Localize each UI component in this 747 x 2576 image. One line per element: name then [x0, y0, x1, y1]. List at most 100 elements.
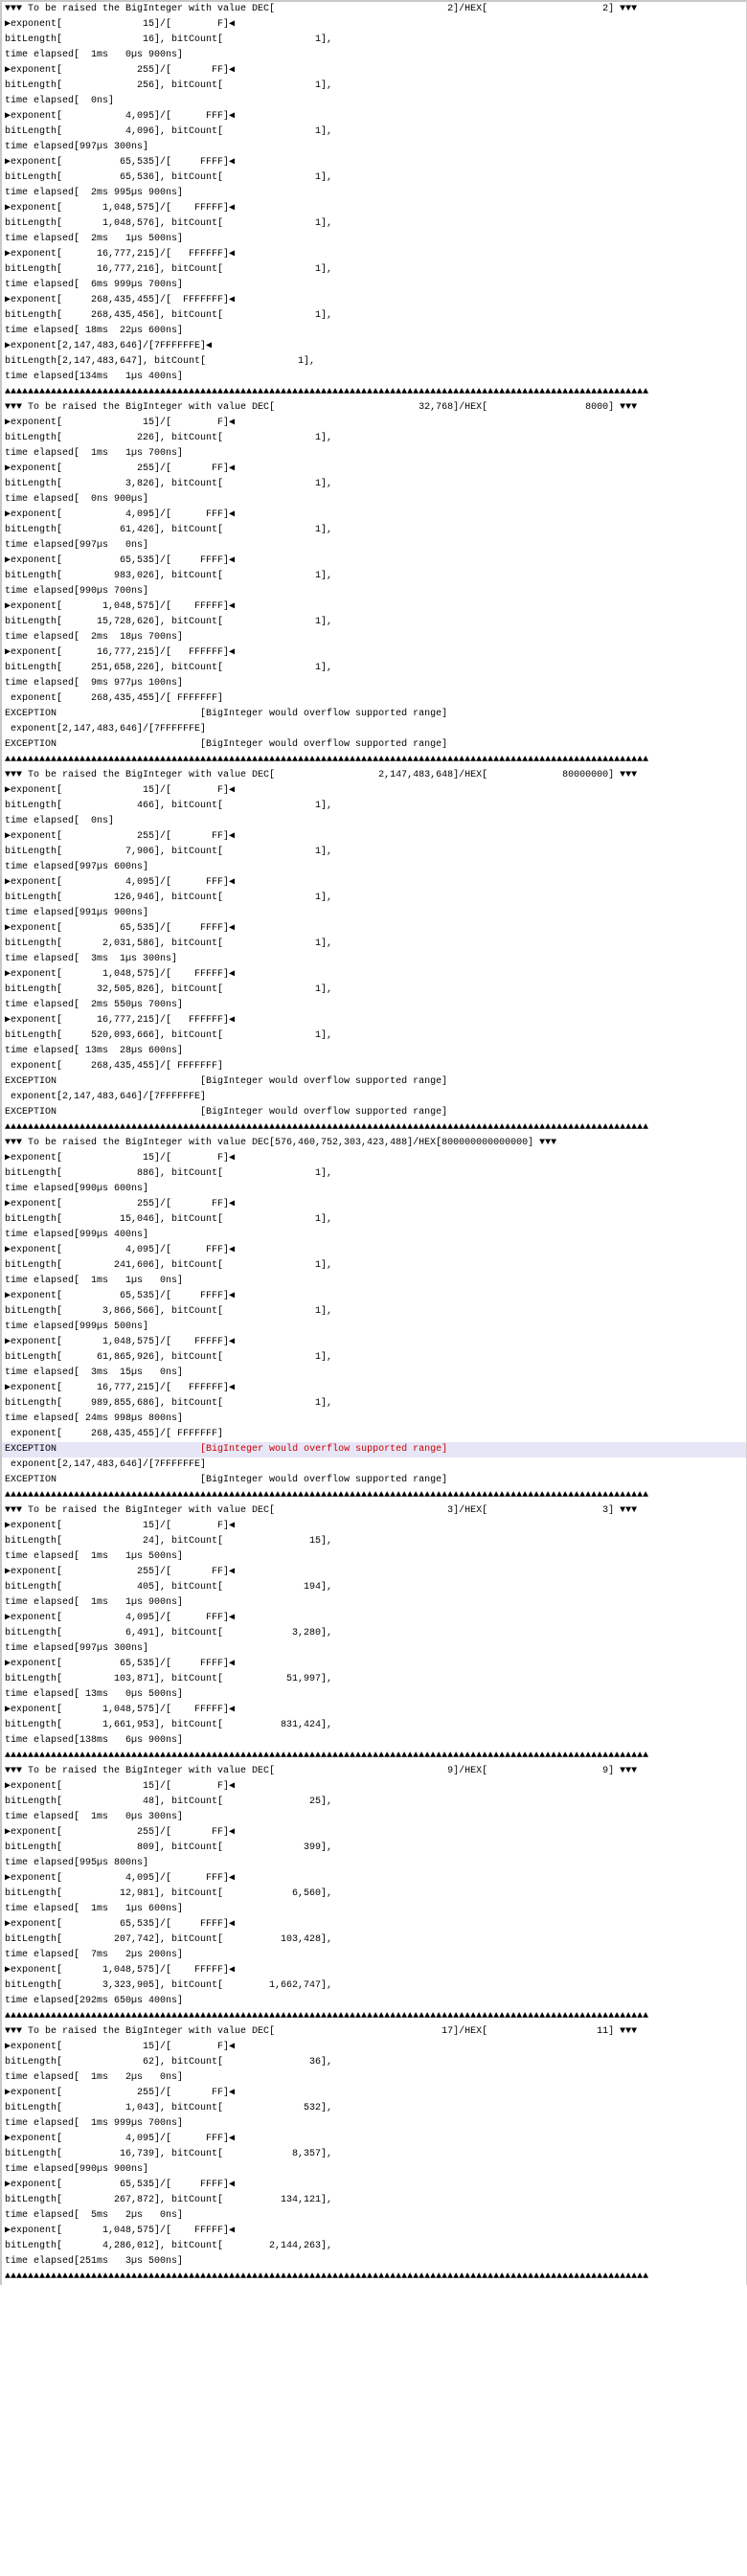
- time-elapsed-line: time elapsed[ 6ms 999µs 700ns]: [5, 280, 184, 290]
- bitlength-line: bitLength[ 989,855,686], bitCount[ 1],: [5, 1398, 333, 1409]
- exponent-line: ▶exponent[ 15]/[ F]◀: [5, 1153, 236, 1164]
- exponent-line-failed: exponent[ 268,435,455]/[ FFFFFFF]: [5, 693, 224, 704]
- exponent-line: ▶exponent[ 16,777,215]/[ FFFFFF]◀: [5, 249, 236, 260]
- exponent-line-failed: exponent[2,147,483,646]/[7FFFFFFE]: [5, 1459, 207, 1470]
- bitlength-line: bitLength[ 226], bitCount[ 1],: [5, 433, 333, 443]
- time-elapsed-line: time elapsed[ 1ms 999µs 700ns]: [5, 2118, 184, 2129]
- bitlength-line: bitLength[ 1,043], bitCount[ 532],: [5, 2103, 333, 2113]
- block-separator: ▲▲▲▲▲▲▲▲▲▲▲▲▲▲▲▲▲▲▲▲▲▲▲▲▲▲▲▲▲▲▲▲▲▲▲▲▲▲▲▲…: [5, 2271, 649, 2282]
- exponent-line: ▶exponent[ 1,048,575]/[ FFFFF]◀: [5, 203, 236, 214]
- exponent-line: ▶exponent[ 65,535]/[ FFFF]◀: [5, 923, 236, 934]
- time-elapsed-line: time elapsed[ 2ms 1µs 500ns]: [5, 234, 184, 244]
- block-header: ▼▼▼ To be raised the BigInteger with val…: [5, 1766, 638, 1776]
- time-elapsed-line: time elapsed[ 1ms 0µs 300ns]: [5, 1812, 184, 1822]
- block-separator: ▲▲▲▲▲▲▲▲▲▲▲▲▲▲▲▲▲▲▲▲▲▲▲▲▲▲▲▲▲▲▲▲▲▲▲▲▲▲▲▲…: [5, 755, 649, 765]
- block-header: ▼▼▼ To be raised the BigInteger with val…: [5, 1505, 638, 1516]
- bitlength-line: bitLength[ 2,031,586], bitCount[ 1],: [5, 938, 333, 949]
- bitlength-line: bitLength[ 251,658,226], bitCount[ 1],: [5, 663, 333, 673]
- bitlength-line: bitLength[ 256], bitCount[ 1],: [5, 80, 333, 91]
- time-elapsed-line: time elapsed[ 1ms 1µs 700ns]: [5, 448, 184, 459]
- bitlength-line: bitLength[ 15,046], bitCount[ 1],: [5, 1214, 333, 1225]
- exception-line: EXCEPTION [BigInteger would overflow sup…: [5, 709, 448, 719]
- exponent-line: ▶exponent[ 16,777,215]/[ FFFFFF]◀: [5, 1383, 236, 1393]
- time-elapsed-line: time elapsed[ 1ms 0µs 900ns]: [5, 50, 184, 60]
- bitlength-line: bitLength[ 268,435,456], bitCount[ 1],: [5, 310, 333, 321]
- exponent-line: ▶exponent[ 15]/[ F]◀: [5, 1521, 236, 1531]
- bitlength-line: bitLength[2,147,483,647], bitCount[ 1],: [5, 356, 316, 367]
- time-elapsed-line: time elapsed[ 1ms 2µs 0ns]: [5, 2072, 184, 2083]
- time-elapsed-line: time elapsed[ 0ns]: [5, 96, 115, 106]
- bitlength-line: bitLength[ 48], bitCount[ 25],: [5, 1796, 333, 1807]
- bitlength-line: bitLength[ 520,093,666], bitCount[ 1],: [5, 1030, 333, 1041]
- exponent-line-failed: exponent[2,147,483,646]/[7FFFFFFE]: [5, 724, 207, 734]
- bitlength-line: bitLength[ 15,728,626], bitCount[ 1],: [5, 617, 333, 627]
- block-header: ▼▼▼ To be raised the BigInteger with val…: [5, 402, 638, 413]
- bitlength-line: bitLength[ 267,872], bitCount[ 134,121],: [5, 2195, 333, 2205]
- exponent-line: ▶exponent[ 4,095]/[ FFF]◀: [5, 111, 236, 122]
- time-elapsed-line: time elapsed[997µs 300ns]: [5, 142, 149, 152]
- block-header: ▼▼▼ To be raised the BigInteger with val…: [5, 770, 638, 780]
- bitlength-line: bitLength[ 61,426], bitCount[ 1],: [5, 525, 333, 535]
- time-elapsed-line: time elapsed[ 0ns 900µs]: [5, 494, 149, 505]
- exponent-line: ▶exponent[ 255]/[ FF]◀: [5, 65, 236, 76]
- block-header: ▼▼▼ To be raised the BigInteger with val…: [5, 1138, 557, 1148]
- time-elapsed-line: time elapsed[997µs 600ns]: [5, 862, 149, 872]
- block-separator: ▲▲▲▲▲▲▲▲▲▲▲▲▲▲▲▲▲▲▲▲▲▲▲▲▲▲▲▲▲▲▲▲▲▲▲▲▲▲▲▲…: [5, 1122, 649, 1133]
- exponent-line: ▶exponent[ 1,048,575]/[ FFFFF]◀: [5, 601, 236, 612]
- exponent-line: ▶exponent[ 16,777,215]/[ FFFFFF]◀: [5, 1015, 236, 1026]
- time-elapsed-line: time elapsed[ 2ms 18µs 700ns]: [5, 632, 184, 643]
- time-elapsed-line: time elapsed[999µs 500ns]: [5, 1322, 149, 1332]
- exponent-line: ▶exponent[ 15]/[ F]◀: [5, 19, 236, 30]
- time-elapsed-line: time elapsed[ 7ms 2µs 200ns]: [5, 1950, 184, 1960]
- exponent-line-failed: exponent[ 268,435,455]/[ FFFFFFF]: [5, 1061, 224, 1072]
- bitlength-line: bitLength[ 466], bitCount[ 1],: [5, 801, 333, 811]
- exponent-line: ▶exponent[ 15]/[ F]◀: [5, 2042, 236, 2052]
- exponent-line: ▶exponent[ 15]/[ F]◀: [5, 1781, 236, 1792]
- bitlength-line: bitLength[ 12,981], bitCount[ 6,560],: [5, 1888, 333, 1899]
- time-elapsed-line: time elapsed[999µs 400ns]: [5, 1230, 149, 1240]
- exception-line-highlighted[interactable]: EXCEPTION [BigInteger would overflow sup…: [2, 1442, 746, 1457]
- block-separator: ▲▲▲▲▲▲▲▲▲▲▲▲▲▲▲▲▲▲▲▲▲▲▲▲▲▲▲▲▲▲▲▲▲▲▲▲▲▲▲▲…: [5, 387, 649, 397]
- bitlength-line: bitLength[ 1,048,576], bitCount[ 1],: [5, 218, 333, 229]
- time-elapsed-line: time elapsed[ 2ms 550µs 700ns]: [5, 1000, 184, 1010]
- time-elapsed-line: time elapsed[292ms 650µs 400ns]: [5, 1996, 184, 2006]
- exponent-line: ▶exponent[ 1,048,575]/[ FFFFF]◀: [5, 969, 236, 980]
- exponent-line: ▶exponent[ 1,048,575]/[ FFFFF]◀: [5, 1965, 236, 1976]
- time-elapsed-line: time elapsed[ 0ns]: [5, 816, 115, 826]
- exponent-line: ▶exponent[ 65,535]/[ FFFF]◀: [5, 1659, 236, 1669]
- bitlength-line: bitLength[ 6,491], bitCount[ 3,280],: [5, 1628, 333, 1638]
- time-elapsed-line: time elapsed[ 3ms 15µs 0ns]: [5, 1367, 184, 1378]
- exponent-line: ▶exponent[ 4,095]/[ FFF]◀: [5, 1245, 236, 1255]
- exponent-line-failed: exponent[2,147,483,646]/[7FFFFFFE]: [5, 1092, 207, 1102]
- time-elapsed-line: time elapsed[997µs 300ns]: [5, 1643, 149, 1654]
- exponent-line: ▶exponent[ 15]/[ F]◀: [5, 785, 236, 796]
- exception-message: [BigInteger would overflow supported ran…: [200, 1444, 448, 1455]
- bitlength-line: bitLength[ 61,865,926], bitCount[ 1],: [5, 1352, 333, 1363]
- bitlength-line: bitLength[ 32,505,826], bitCount[ 1],: [5, 984, 333, 995]
- time-elapsed-line: time elapsed[ 9ms 977µs 100ns]: [5, 678, 184, 689]
- block-separator: ▲▲▲▲▲▲▲▲▲▲▲▲▲▲▲▲▲▲▲▲▲▲▲▲▲▲▲▲▲▲▲▲▲▲▲▲▲▲▲▲…: [5, 2011, 649, 2022]
- bitlength-line: bitLength[ 405], bitCount[ 194],: [5, 1582, 333, 1593]
- time-elapsed-line: time elapsed[ 1ms 1µs 900ns]: [5, 1597, 184, 1608]
- console-output-panel[interactable]: ▼▼▼ To be raised the BigInteger with val…: [0, 0, 747, 2285]
- bitlength-line: bitLength[ 983,026], bitCount[ 1],: [5, 571, 333, 581]
- exception-line: EXCEPTION [BigInteger would overflow sup…: [5, 1475, 448, 1485]
- time-elapsed-line: time elapsed[995µs 800ns]: [5, 1858, 149, 1868]
- bitlength-line: bitLength[ 24], bitCount[ 15],: [5, 1536, 333, 1547]
- bitlength-line: bitLength[ 16,739], bitCount[ 8,357],: [5, 2149, 333, 2159]
- bitlength-line: bitLength[ 3,866,566], bitCount[ 1],: [5, 1306, 333, 1317]
- bitlength-line: bitLength[ 62], bitCount[ 36],: [5, 2057, 333, 2068]
- exponent-line: ▶exponent[2,147,483,646]/[7FFFFFFE]◀: [5, 341, 213, 351]
- time-elapsed-line: time elapsed[ 1ms 1µs 0ns]: [5, 1276, 184, 1286]
- block-separator: ▲▲▲▲▲▲▲▲▲▲▲▲▲▲▲▲▲▲▲▲▲▲▲▲▲▲▲▲▲▲▲▲▲▲▲▲▲▲▲▲…: [5, 1751, 649, 1761]
- time-elapsed-line: time elapsed[ 3ms 1µs 300ns]: [5, 954, 178, 964]
- exponent-line: ▶exponent[ 1,048,575]/[ FFFFF]◀: [5, 1705, 236, 1715]
- exponent-line: ▶exponent[ 1,048,575]/[ FFFFF]◀: [5, 1337, 236, 1347]
- exponent-line: ▶exponent[ 1,048,575]/[ FFFFF]◀: [5, 2226, 236, 2236]
- exponent-line: ▶exponent[ 4,095]/[ FFF]◀: [5, 509, 236, 520]
- exception-line: EXCEPTION [BigInteger would overflow sup…: [5, 1076, 448, 1087]
- bitlength-line: bitLength[ 103,871], bitCount[ 51,997],: [5, 1674, 333, 1684]
- time-elapsed-line: time elapsed[990µs 900ns]: [5, 2164, 149, 2175]
- exception-line: EXCEPTION [BigInteger would overflow sup…: [5, 1107, 448, 1118]
- time-elapsed-line: time elapsed[ 24ms 998µs 800ns]: [5, 1413, 184, 1424]
